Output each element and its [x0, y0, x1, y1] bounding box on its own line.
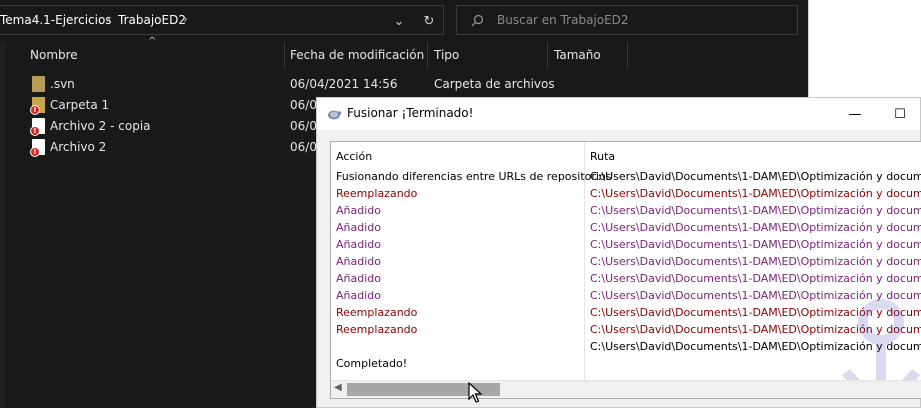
- list-item[interactable]: Añadido C:\Users\David\Documents\1-DAM\ED…: [331, 204, 921, 221]
- action-cell: Fusionando diferencias entre URLs de rep…: [336, 170, 612, 183]
- merge-finished-dialog: Fusionar ¡Terminado! — ☐ Acción Ruta Fus…: [316, 97, 921, 408]
- column-divider[interactable]: [427, 42, 428, 68]
- path-cell: C:\Users\David\Documents\1-DAM\ED\Optimi…: [590, 255, 921, 268]
- file-name: Archivo 2 - copia: [50, 119, 151, 133]
- list-item[interactable]: Añadido C:\Users\David\Documents\1-DAM\ED…: [331, 272, 921, 289]
- action-cell: Añadido: [336, 204, 381, 217]
- folder-icon: [32, 76, 45, 92]
- action-cell: Reemplazando: [336, 187, 418, 200]
- horizontal-scrollbar[interactable]: ◀: [331, 380, 921, 398]
- svn-modified-file-icon: !: [30, 139, 45, 157]
- column-divider[interactable]: [627, 42, 628, 68]
- path-cell: C:\Users\David\Documents\1-DAM\ED\Optimi…: [590, 221, 921, 234]
- column-divider[interactable]: [547, 42, 548, 68]
- column-header-path[interactable]: Ruta: [590, 150, 615, 163]
- search-icon: [471, 14, 484, 30]
- action-cell: Añadido: [336, 238, 381, 251]
- scroll-left-icon[interactable]: ◀: [334, 382, 342, 393]
- list-item[interactable]: Completado!: [331, 357, 921, 374]
- dialog-titlebar[interactable]: Fusionar ¡Terminado! — ☐: [317, 98, 920, 130]
- column-divider[interactable]: [284, 42, 285, 68]
- list-item[interactable]: Reemplazando C:\Users\David\Documents\1-D…: [331, 187, 921, 204]
- address-bar[interactable]: Tema4.1-Ejercicios › TrabajoED2 › ⌄ ↻: [0, 5, 444, 35]
- search-placeholder: Buscar en TrabajoED2: [497, 13, 629, 27]
- refresh-icon[interactable]: ↻: [418, 10, 440, 32]
- merge-results-list[interactable]: Acción Ruta Fusionando diferencias entre…: [330, 141, 921, 399]
- action-cell: Añadido: [336, 221, 381, 234]
- list-item[interactable]: Añadido C:\Users\David\Documents\1-DAM\ED…: [331, 289, 921, 306]
- list-item[interactable]: Añadido C:\Users\David\Documents\1-DAM\ED…: [331, 238, 921, 255]
- breadcrumb-item-tema4[interactable]: Tema4.1-Ejercicios: [0, 13, 112, 27]
- breadcrumb-separator-icon: ›: [106, 12, 111, 26]
- list-item[interactable]: Añadido C:\Users\David\Documents\1-DAM\ED…: [331, 221, 921, 238]
- path-cell: C:\Users\David\Documents\1-DAM\ED\Optimi…: [590, 187, 921, 200]
- column-header-type[interactable]: Tipo: [434, 48, 459, 74]
- breadcrumb-item-trabajoed2[interactable]: TrabajoED2: [118, 13, 186, 27]
- search-box[interactable]: Buscar en TrabajoED2: [456, 5, 798, 35]
- list-item[interactable]: C:\Users\David\Documents\1-DAM\ED\Optimi…: [331, 340, 921, 357]
- svn-modified-folder-icon: !: [30, 97, 45, 115]
- action-cell: Reemplazando: [336, 323, 418, 336]
- path-cell: C:\Users\David\Documents\1-DAM\ED\Optimi…: [590, 204, 921, 217]
- sort-ascending-icon: ^: [148, 36, 157, 47]
- history-dropdown-icon[interactable]: ⌄: [388, 10, 410, 32]
- column-header-action[interactable]: Acción: [336, 150, 372, 163]
- mouse-cursor-icon: [468, 382, 482, 403]
- action-cell: Añadido: [336, 272, 381, 285]
- file-name: Archivo 2: [50, 140, 107, 154]
- tortoise-icon: [326, 106, 342, 122]
- svn-modified-file-icon: !: [30, 118, 45, 136]
- dialog-title: Fusionar ¡Terminado!: [347, 106, 474, 120]
- action-cell: Completado!: [336, 357, 408, 370]
- list-item[interactable]: Reemplazando C:\Users\David\Documents\1-D…: [331, 306, 921, 323]
- path-cell: C:\Users\David\Documents\1-DAM\ED\Optimi…: [590, 170, 921, 183]
- breadcrumb-chevron-icon[interactable]: ›: [183, 12, 188, 26]
- list-item[interactable]: Añadido C:\Users\David\Documents\1-DAM\ED…: [331, 255, 921, 272]
- column-header-size[interactable]: Tamaño: [554, 48, 601, 74]
- list-item[interactable]: Reemplazando C:\Users\David\Documents\1-D…: [331, 323, 921, 340]
- action-cell: Reemplazando: [336, 306, 418, 319]
- list-item[interactable]: Fusionando diferencias entre URLs de rep…: [331, 170, 921, 187]
- minimize-button[interactable]: —: [832, 98, 878, 130]
- maximize-button[interactable]: ☐: [877, 98, 921, 130]
- file-type: Carpeta de archivos: [434, 77, 555, 91]
- action-cell: Añadido: [336, 289, 381, 302]
- file-name: .svn: [50, 77, 75, 91]
- column-header-name[interactable]: Nombre: [30, 48, 78, 74]
- path-cell: C:\Users\David\Documents\1-DAM\ED\Optimi…: [590, 272, 921, 285]
- column-header-date[interactable]: Fecha de modificación: [290, 48, 424, 74]
- file-name: Carpeta 1: [50, 98, 110, 112]
- path-cell: C:\Users\David\Documents\1-DAM\ED\Optimi…: [590, 238, 921, 251]
- action-cell: Añadido: [336, 255, 381, 268]
- file-row-svn[interactable]: .svn 06/04/2021 14:56 Carpeta de archivo…: [0, 74, 808, 94]
- file-date: 06/04/2021 14:56: [290, 77, 398, 91]
